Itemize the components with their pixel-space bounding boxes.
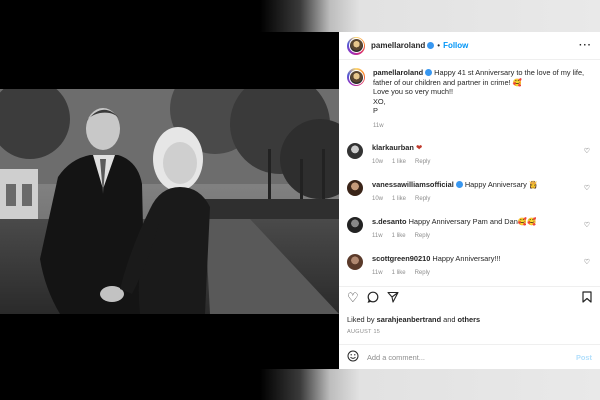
share-icon[interactable] [387,291,399,305]
comment-username[interactable]: vanessawilliamsofficial [372,180,454,189]
comment-avatar[interactable] [347,143,363,159]
liked-by-prefix: Liked by [347,315,377,324]
reply-button[interactable]: Reply [415,270,430,276]
reply-button[interactable]: Reply [415,196,430,202]
emoji-icon[interactable] [347,350,359,365]
comment-username[interactable]: klarkaurban [372,143,414,152]
comments-list[interactable]: pamellaroland Happy 41 st Anniversary to… [339,60,600,285]
caption-line-3: Love you so very much!! [373,87,454,96]
caption-line-2: father of our children and partner in cr… [373,77,522,87]
verified-badge-icon [427,42,435,49]
comment-input[interactable] [367,352,576,362]
comment-age: 10w [372,196,384,202]
comment-text: Happy Anniversary Pam and Dan🥰🥰 [408,217,537,226]
caption-username[interactable]: pamellaroland [373,68,423,77]
comment-icon[interactable] [367,291,379,305]
couple-photo-image [0,89,339,314]
comment-text: Happy Anniversary!!! [432,254,501,263]
post-modal: pamellaroland • Follow ··· pamellaroland… [0,32,600,369]
comment-item: vanessawilliamsofficial Happy Anniversar… [347,180,590,204]
bookmark-icon[interactable] [582,290,592,305]
more-options-icon[interactable]: ··· [579,40,592,51]
caption-line-5: P [373,106,378,115]
comment-age: 11w [372,270,383,276]
comment-username[interactable]: scottgreen90210 [372,254,430,263]
comment-avatar[interactable] [347,217,363,233]
comment-text: Happy Anniversary 👸 [464,180,539,189]
post-header: pamellaroland • Follow ··· [339,32,600,60]
liked-by-text: Liked by sarahjeanbertrand and others [347,315,480,324]
comment-item: s.desanto Happy Anniversary Pam and Dan🥰… [347,217,590,241]
comment-age: 10w [372,159,384,165]
verified-badge-icon [425,69,433,76]
action-bar: ♡ [339,286,600,308]
post-button[interactable]: Post [576,353,592,362]
heart-icon[interactable]: ♡ [347,291,359,304]
comment-likes[interactable]: 1 like [392,233,406,239]
post-sidebar: pamellaroland • Follow ··· pamellaroland… [339,32,600,369]
comment-age: 11w [372,233,383,239]
caption-avatar[interactable] [347,68,365,86]
comment-avatar[interactable] [347,254,363,270]
like-comment-heart-icon[interactable]: ♡ [584,147,590,155]
photo-pane [0,32,339,369]
caption: pamellaroland Happy 41 st Anniversary to… [347,68,590,131]
post-photo[interactable] [0,89,339,314]
separator-dot: • [437,41,441,50]
liked-by-user[interactable]: sarahjeanbertrand [377,315,442,324]
comment-item: klarkaurban ❤ 10w 1 like Reply ♡ [347,143,590,167]
comment-text: ❤ [415,143,423,152]
verified-badge-icon [455,181,463,188]
caption-text: pamellaroland Happy 41 st Anniversary to… [373,68,584,131]
comment-likes[interactable]: 1 like [392,196,406,202]
comment-avatar[interactable] [347,180,363,196]
post-date: AUGUST 15 [347,329,381,335]
comment-item: scottgreen90210 Happy Anniversary!!! 11w… [347,254,590,278]
liked-by-others[interactable]: others [458,315,481,324]
caption-line-4: XO, [373,96,386,106]
like-comment-heart-icon[interactable]: ♡ [584,221,590,229]
comment-likes[interactable]: 1 like [392,270,406,276]
avatar[interactable] [347,36,365,55]
comment-username[interactable]: s.desanto [372,217,407,226]
author-username[interactable]: pamellaroland [371,41,425,50]
like-comment-heart-icon[interactable]: ♡ [584,184,590,192]
like-comment-heart-icon[interactable]: ♡ [584,258,590,266]
comment-likes[interactable]: 1 like [392,159,406,165]
add-comment-bar: Post [339,344,600,369]
follow-button[interactable]: Follow [443,41,468,50]
caption-age: 11w [373,122,384,129]
reply-button[interactable]: Reply [415,233,430,239]
caption-line-1: Happy 41 st Anniversary to the love of m… [434,68,585,77]
reply-button[interactable]: Reply [415,159,430,165]
liked-by-suffix: and [441,315,458,324]
